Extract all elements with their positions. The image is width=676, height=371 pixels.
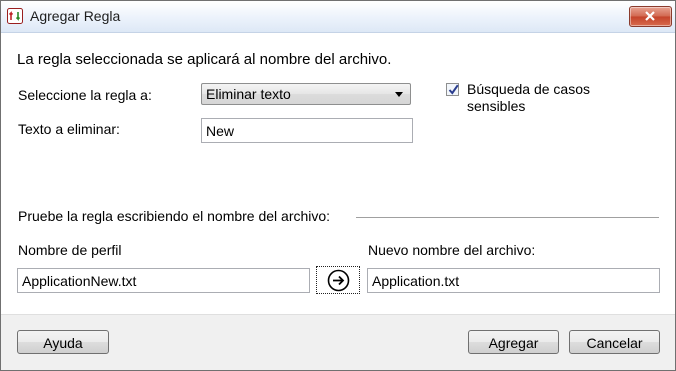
add-button[interactable]: Agregar (468, 330, 559, 354)
rule-select-value: Eliminar texto (206, 86, 291, 102)
case-sensitive-label-line2: sensibles (467, 98, 526, 114)
help-button[interactable]: Ayuda (17, 330, 109, 354)
close-icon (645, 11, 655, 21)
dialog-footer: Ayuda Agregar Cancelar (1, 314, 675, 370)
add-rule-dialog: Agregar Regla La regla seleccionada se a… (0, 0, 676, 371)
chevron-down-icon (395, 92, 403, 97)
title-bar: Agregar Regla (1, 1, 675, 33)
text-to-remove-label: Texto a eliminar: (18, 121, 120, 137)
dialog-heading: La regla seleccionada se aplicará al nom… (17, 51, 392, 68)
text-to-remove-input[interactable] (201, 118, 413, 143)
profile-name-input[interactable] (17, 268, 310, 293)
test-group-label: Pruebe la regla escribiendo el nombre de… (18, 208, 331, 224)
dialog-content: La regla seleccionada se aplicará al nom… (1, 33, 675, 314)
rule-select[interactable]: Eliminar texto (201, 83, 411, 105)
new-file-name-label: Nuevo nombre del archivo: (368, 242, 536, 258)
apply-test-button[interactable] (316, 266, 360, 294)
arrow-right-circle-icon (327, 269, 350, 292)
new-file-name-input[interactable] (367, 268, 660, 293)
rule-label: Seleccione la regla a: (18, 87, 152, 103)
case-sensitive-label[interactable]: Búsqueda de casos sensibles (467, 81, 590, 115)
app-icon (7, 8, 23, 24)
case-sensitive-label-line1: Búsqueda de casos (467, 81, 590, 97)
group-divider (356, 217, 659, 218)
window-title: Agregar Regla (30, 8, 121, 24)
cancel-button[interactable]: Cancelar (569, 330, 660, 354)
profile-name-label: Nombre de perfil (18, 242, 122, 258)
checkmark-icon (448, 84, 459, 95)
close-button[interactable] (629, 6, 672, 27)
case-sensitive-checkbox[interactable] (446, 83, 459, 96)
